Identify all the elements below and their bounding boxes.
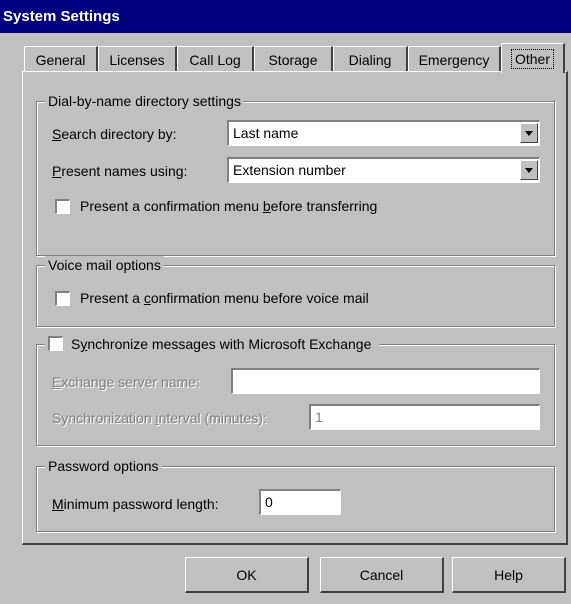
voice-mail-group: Voice mail options Present a confirmatio… <box>36 256 555 327</box>
confirm-transfer-label[interactable]: Present a confirmation menu before trans… <box>80 197 377 215</box>
exchange-legend: Synchronize messages with Microsoft Exch… <box>45 335 380 353</box>
min-password-input[interactable]: 0 <box>259 489 341 515</box>
min-password-label: Minimum password length: <box>52 496 219 512</box>
ok-button[interactable]: OK <box>185 557 309 593</box>
tab-emergency[interactable]: Emergency <box>408 46 501 72</box>
present-names-value: Extension number <box>233 162 346 178</box>
present-names-label: Present names using: <box>52 163 188 179</box>
voice-mail-confirm-checkbox[interactable] <box>55 291 70 306</box>
search-directory-value: Last name <box>233 125 299 141</box>
tab-licenses[interactable]: Licenses <box>98 46 177 72</box>
sync-interval-input[interactable]: 1 <box>309 404 540 430</box>
password-legend: Password options <box>45 457 162 475</box>
sync-exchange-checkbox[interactable] <box>48 336 63 351</box>
window-title: System Settings <box>0 0 571 33</box>
voice-mail-legend: Voice mail options <box>45 256 164 274</box>
tab-general[interactable]: General <box>24 46 98 72</box>
help-button[interactable]: Help <box>452 557 566 593</box>
tab-panel-other: Dial-by-name directory settings Search d… <box>22 71 568 545</box>
search-directory-select[interactable]: Last name <box>227 120 540 146</box>
dial-by-name-group: Dial-by-name directory settings Search d… <box>36 92 555 256</box>
present-names-select[interactable]: Extension number <box>227 157 540 183</box>
exchange-server-label: Exchange server name: <box>52 374 200 390</box>
dial-by-name-legend: Dial-by-name directory settings <box>45 92 244 110</box>
system-settings-window: System Settings General Licenses Call Lo… <box>0 0 571 604</box>
voice-mail-confirm-label[interactable]: Present a confirmation menu before voice… <box>80 289 369 307</box>
password-group: Password options Minimum password length… <box>36 457 555 532</box>
confirm-transfer-checkbox[interactable] <box>55 199 70 214</box>
cancel-button[interactable]: Cancel <box>320 557 444 593</box>
tab-storage[interactable]: Storage <box>254 46 333 72</box>
exchange-server-input[interactable] <box>231 368 540 394</box>
tab-other[interactable]: Other <box>501 43 565 73</box>
chevron-down-icon[interactable] <box>520 160 538 180</box>
chevron-down-icon[interactable] <box>520 123 538 143</box>
tab-dialing[interactable]: Dialing <box>333 46 408 72</box>
sync-exchange-label[interactable]: Synchronize messages with Microsoft Exch… <box>71 336 371 352</box>
tab-call-log[interactable]: Call Log <box>177 46 254 72</box>
sync-interval-label: Synchronization interval (minutes): <box>52 410 267 426</box>
search-directory-label: Search directory by: <box>52 126 177 142</box>
exchange-group: Synchronize messages with Microsoft Exch… <box>36 335 555 446</box>
